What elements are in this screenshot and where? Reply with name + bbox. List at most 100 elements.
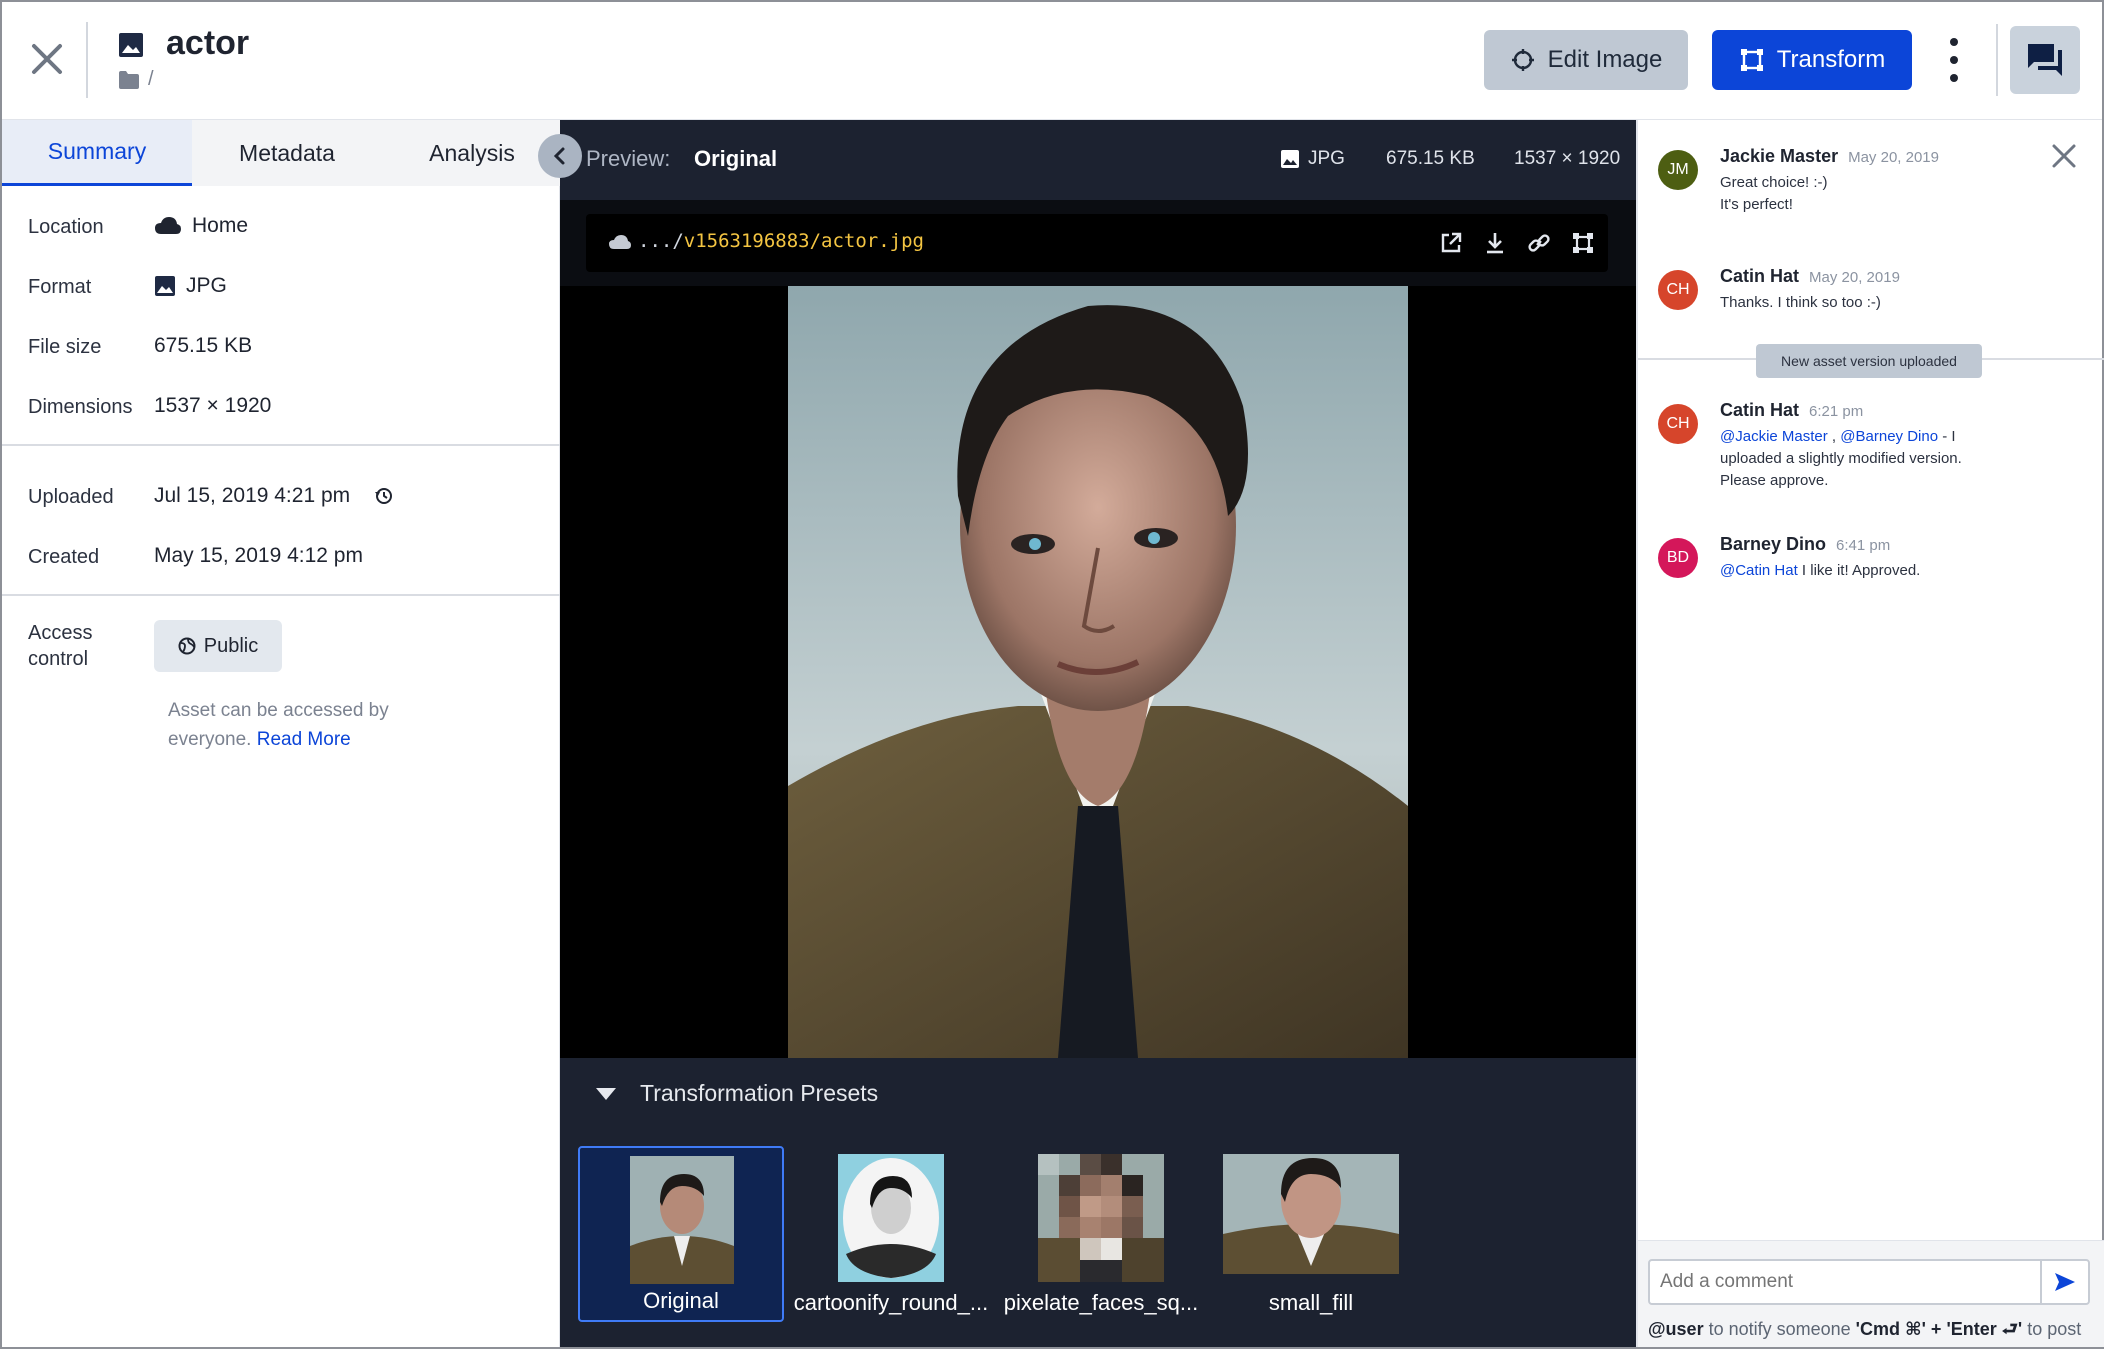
comments-panel: JM Jackie Master May 20, 2019 Great choic…: [1636, 120, 2104, 1347]
download-icon[interactable]: [1482, 230, 1508, 256]
preset-small-fill[interactable]: small_fill: [1208, 1146, 1414, 1322]
tab-metadata[interactable]: Metadata: [192, 120, 382, 186]
presets-strip: Original cartoonify_round_... pixelate_f…: [560, 1130, 1636, 1347]
access-value: Public: [203, 634, 259, 657]
uploaded-label: Uploaded: [28, 486, 114, 508]
location-text: Home: [192, 214, 249, 237]
details-tabs: Summary Metadata Analysis: [2, 120, 560, 186]
send-icon: [2055, 1273, 2075, 1291]
presets-title: Transformation Presets: [640, 1080, 879, 1106]
link-icon[interactable]: [1526, 230, 1552, 256]
caret-down-icon[interactable]: [596, 1088, 616, 1100]
hint-user: @user: [1648, 1319, 1704, 1339]
transform-icon: [1740, 49, 1763, 71]
preview-format: JPG: [1280, 148, 1345, 170]
avatar: CH: [1658, 270, 1698, 310]
details-panel: Summary Metadata Analysis Location Home …: [2, 120, 560, 1347]
collapse-panel-button[interactable]: [538, 134, 582, 178]
edit-image-button[interactable]: Edit Image: [1484, 30, 1688, 90]
comment-hint: @user to notify someone 'Cmd ⌘' + 'Enter…: [1648, 1317, 2081, 1347]
format-value: JPG: [154, 274, 227, 298]
location-label: Location: [28, 216, 104, 238]
url-bar: .../v1563196883/actor.jpg: [586, 214, 1608, 272]
close-icon[interactable]: [28, 40, 66, 78]
preset-thumbnail: [838, 1154, 944, 1282]
mention-separator: ,: [1827, 428, 1841, 445]
preset-thumbnail: [630, 1156, 734, 1284]
comment-author-name: Jackie Master: [1720, 146, 1839, 166]
asset-url[interactable]: .../v1563196883/actor.jpg: [638, 230, 924, 252]
comment-author-name: Catin Hat: [1720, 400, 1800, 420]
chevron-left-icon: [553, 147, 565, 165]
preset-label: pixelate_faces_sq...: [1003, 1290, 1199, 1315]
preset-label: cartoonify_round_...: [793, 1290, 989, 1315]
mention-link[interactable]: @Barney Dino: [1840, 428, 1938, 445]
transform-button[interactable]: Transform: [1712, 30, 1912, 90]
comment-date: 6:41 pm: [1836, 537, 1891, 554]
created-value: May 15, 2019 4:12 pm: [154, 544, 363, 567]
cloud-icon: [155, 217, 181, 234]
transform-label: Transform: [1776, 46, 1886, 73]
globe-icon: [178, 637, 196, 655]
comment-author-name: Barney Dino: [1720, 534, 1827, 554]
presets-header[interactable]: Transformation Presets: [560, 1058, 1636, 1130]
preset-label: Original: [643, 1288, 719, 1313]
comment-author-name: Catin Hat: [1720, 266, 1800, 286]
image-icon: [119, 33, 143, 57]
comment-text: Thanks. I think so too :-): [1720, 294, 1881, 311]
format-label: Format: [28, 276, 92, 298]
tab-summary[interactable]: Summary: [2, 120, 192, 186]
page-title: actor: [166, 24, 250, 62]
uploaded-value: Jul 15, 2019 4:21 pm: [154, 484, 394, 508]
chat-icon: [2028, 44, 2062, 76]
close-icon[interactable]: [2050, 142, 2078, 170]
comment-body: I like it! Approved.: [1797, 562, 1921, 579]
access-public-button[interactable]: Public: [154, 620, 282, 672]
preview-format-text: JPG: [1308, 148, 1345, 169]
send-button[interactable]: [2040, 1259, 2090, 1305]
comment-date: May 20, 2019: [1809, 269, 1900, 286]
comment-author: Catin Hat 6:21 pm: [1720, 400, 1863, 421]
breadcrumb[interactable]: /: [148, 68, 154, 91]
avatar: JM: [1658, 150, 1698, 190]
image-icon: [155, 276, 175, 296]
divider: [2, 594, 560, 596]
preview-dimensions: 1537 × 1920: [1514, 148, 1621, 169]
folder-icon[interactable]: [118, 70, 140, 90]
hint-notify: to notify someone: [1703, 1319, 1856, 1339]
image-icon: [1281, 150, 1299, 168]
image-viewer: [560, 286, 1636, 1058]
preview-image[interactable]: [788, 286, 1408, 1058]
comment-author: Catin Hat May 20, 2019: [1720, 266, 1900, 287]
preset-pixelate-faces[interactable]: pixelate_faces_sq...: [998, 1146, 1204, 1322]
comment-text: Great choice! :-) It's perfect!: [1720, 174, 1828, 213]
created-label: Created: [28, 546, 100, 568]
mention-link[interactable]: @Catin Hat: [1720, 562, 1798, 579]
read-more-link[interactable]: Read More: [257, 729, 351, 750]
access-note: Asset can be accessed by everyone. Read …: [168, 696, 428, 754]
preset-thumbnail: [1223, 1154, 1399, 1274]
open-external-icon[interactable]: [1438, 230, 1464, 256]
comment-composer: @user to notify someone 'Cmd ⌘' + 'Enter…: [1638, 1240, 2104, 1347]
comment-input[interactable]: [1648, 1259, 2042, 1305]
preset-original[interactable]: Original: [578, 1146, 784, 1322]
filesize-value: 675.15 KB: [154, 334, 253, 357]
preview-version[interactable]: Original: [694, 146, 777, 172]
preset-label: small_fill: [1268, 1290, 1354, 1315]
history-icon[interactable]: [374, 486, 394, 506]
comment-text: @Catin Hat I like it! Approved.: [1720, 560, 2020, 582]
header-divider: [86, 22, 88, 98]
url-path: v1563196883/actor.jpg: [683, 230, 924, 252]
comment-author: Jackie Master May 20, 2019: [1720, 146, 1939, 167]
comments-toggle-button[interactable]: [2010, 26, 2080, 94]
crop-icon[interactable]: [1570, 230, 1596, 256]
avatar: BD: [1658, 538, 1698, 578]
tab-analysis[interactable]: Analysis: [382, 120, 562, 186]
edit-image-icon: [1511, 49, 1534, 71]
preset-cartoonify-round[interactable]: cartoonify_round_...: [788, 1146, 994, 1322]
more-icon[interactable]: [1942, 38, 1966, 82]
preview-panel: Preview: Original JPG 675.15 KB 1537 × 1…: [560, 120, 1636, 1347]
mention-link[interactable]: @Jackie Master: [1720, 428, 1828, 445]
preset-thumbnail: [1038, 1154, 1164, 1282]
preview-label: Preview:: [586, 146, 671, 171]
